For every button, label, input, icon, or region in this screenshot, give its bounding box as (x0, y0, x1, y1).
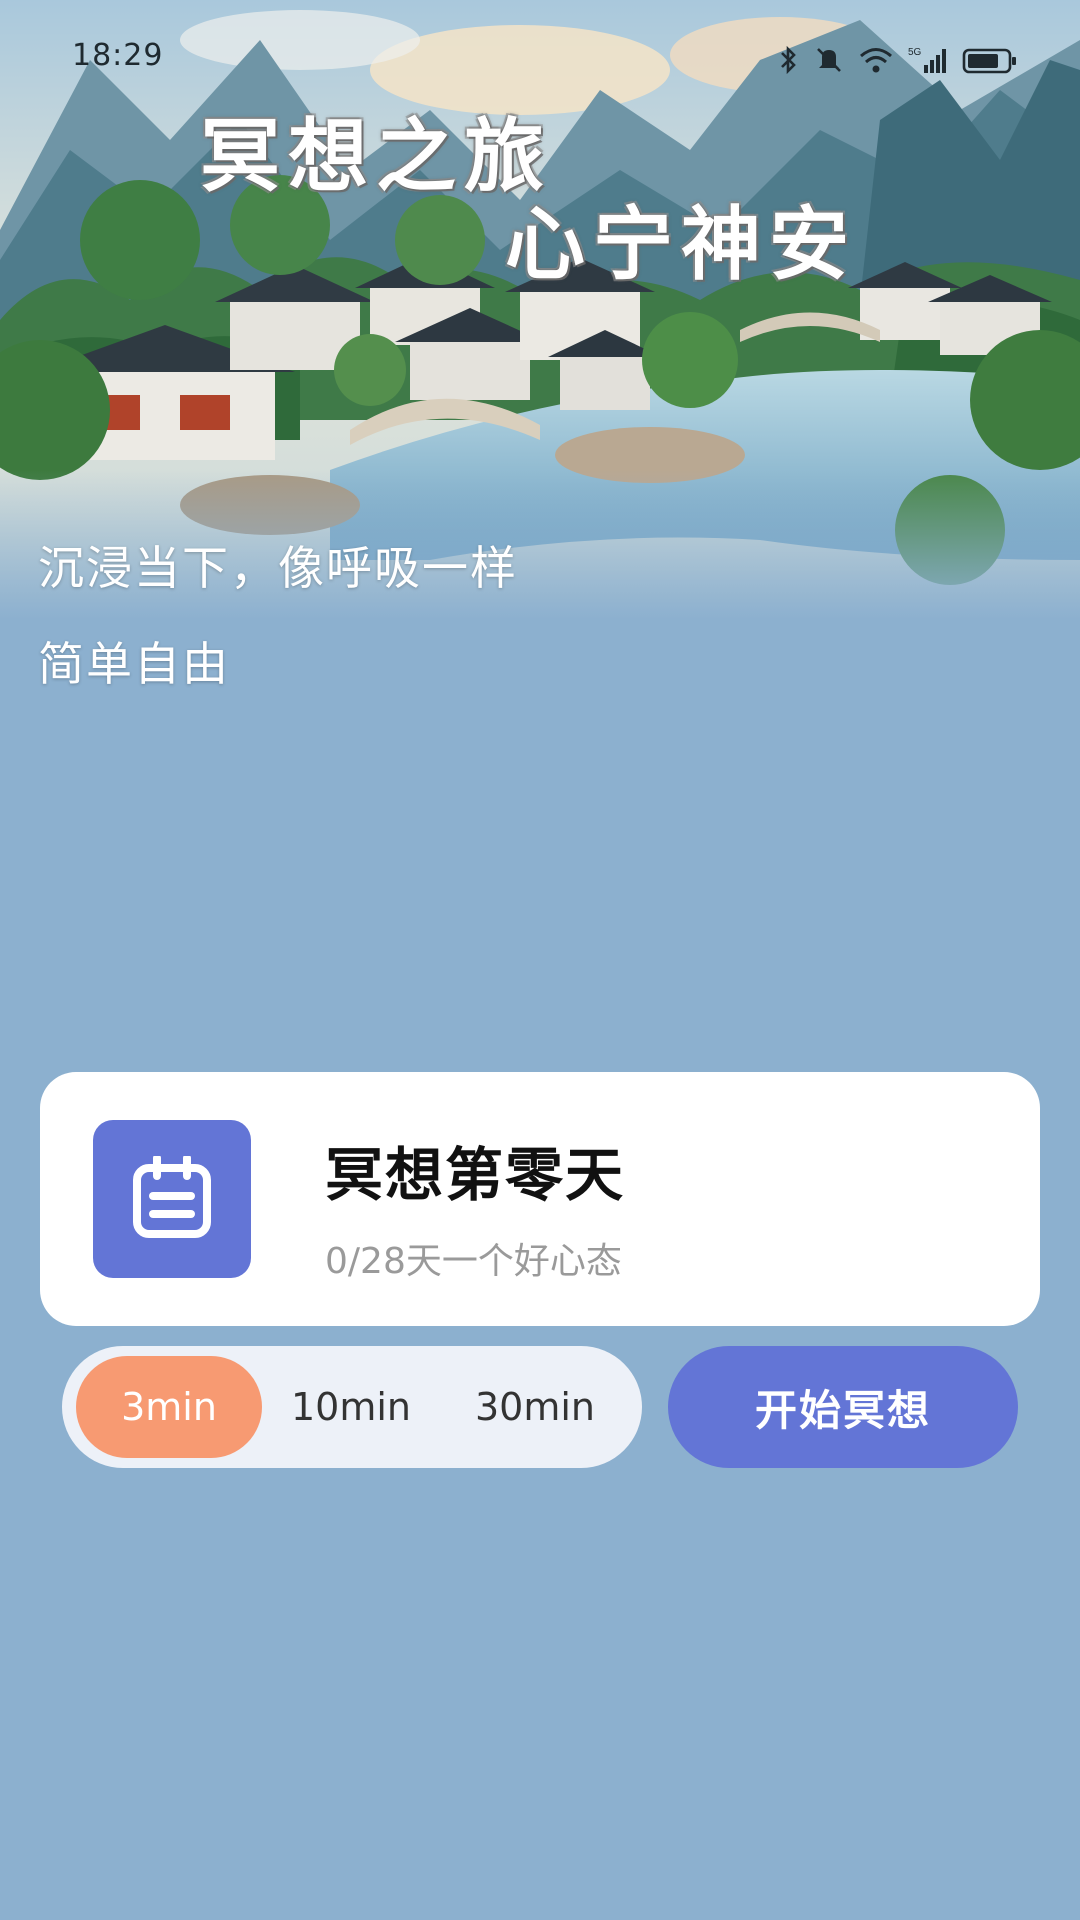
hero-title-line-1: 冥想之旅 (200, 110, 552, 203)
battery-icon (962, 45, 1018, 75)
bluetooth-icon (778, 45, 800, 75)
duration-option-3min[interactable]: 3min (76, 1356, 262, 1458)
wifi-icon (858, 45, 894, 75)
hero-title-line-2: 心宁神安 (505, 198, 857, 291)
hero-subtitle-line-1: 沉浸当下，像呼吸一样 (38, 541, 518, 595)
hero-subtitle-line-2: 简单自由 (38, 637, 230, 691)
card-subtitle: 0/28天一个好心态 (325, 1241, 622, 1282)
signal-5g-icon: 5G (908, 45, 948, 75)
card-title: 冥想第零天 (325, 1141, 626, 1209)
status-time: 18:29 (72, 38, 164, 73)
mute-icon (814, 45, 844, 75)
duration-selector: 3min 10min 30min (62, 1346, 642, 1468)
calendar-icon (93, 1120, 251, 1278)
start-meditation-button[interactable]: 开始冥想 (668, 1346, 1018, 1468)
duration-option-10min[interactable]: 10min (258, 1356, 444, 1458)
status-icons: 5G (778, 40, 1018, 80)
meditation-progress-card[interactable]: 冥想第零天 0/28天一个好心态 (40, 1072, 1040, 1326)
duration-option-30min[interactable]: 30min (442, 1356, 628, 1458)
svg-text:5G: 5G (908, 47, 922, 58)
